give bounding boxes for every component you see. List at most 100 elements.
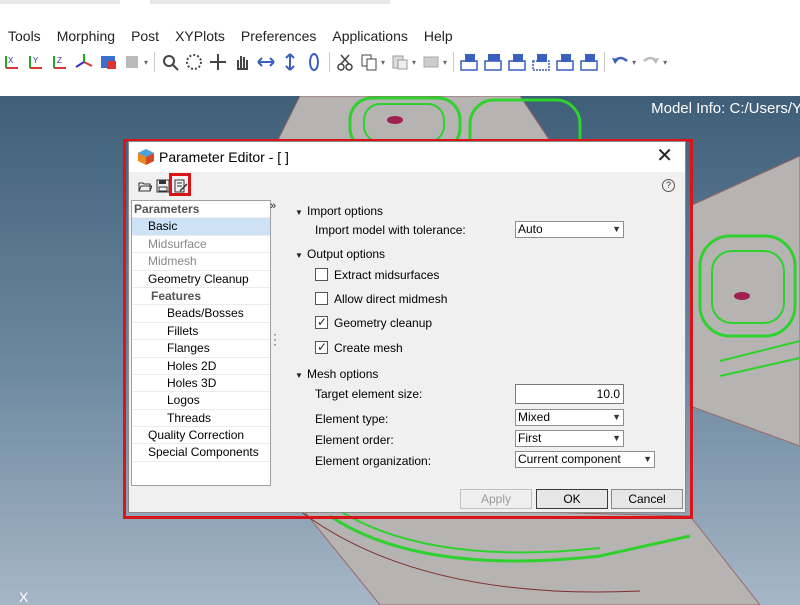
display-5-icon[interactable] (554, 51, 576, 73)
view-y-axis-icon[interactable]: Y (25, 51, 47, 73)
menu-morphing[interactable]: Morphing (49, 26, 123, 46)
help-icon[interactable]: ? (662, 179, 675, 192)
mesh-options-header: Mesh options (307, 367, 379, 381)
paste-dropdown-icon[interactable]: ▾ (412, 58, 416, 67)
target-size-label: Target element size: (315, 387, 423, 401)
pan-icon[interactable] (231, 51, 253, 73)
collapse-triangle-icon: ▼ (295, 208, 303, 217)
collapse-panel-icon[interactable]: » (270, 200, 276, 212)
move-horizontal-icon[interactable] (255, 51, 277, 73)
menu-applications[interactable]: Applications (324, 26, 416, 46)
zoom-area-icon[interactable] (183, 51, 205, 73)
element-organization-label: Element organization: (315, 454, 432, 468)
geometry-cleanup-checkbox[interactable] (315, 315, 328, 329)
create-mesh-checkbox[interactable] (315, 340, 328, 354)
tree-item-quality-correction[interactable]: Quality Correction (132, 427, 270, 445)
display-6-icon[interactable] (578, 51, 600, 73)
collapse-triangle-icon: ▼ (295, 251, 303, 260)
tree-item-fillets[interactable]: Fillets (132, 323, 270, 341)
element-type-select[interactable]: Mixed ▼ (515, 409, 624, 426)
edit-icon[interactable] (420, 51, 442, 73)
redo-dropdown-icon[interactable]: ▾ (663, 58, 667, 67)
chevron-down-icon: ▼ (643, 454, 652, 464)
view-z-axis-icon[interactable]: Z (49, 51, 71, 73)
paste-icon[interactable] (389, 51, 411, 73)
display-4-icon[interactable] (530, 51, 552, 73)
redo-icon[interactable] (640, 51, 662, 73)
display-3-icon[interactable] (506, 51, 528, 73)
undo-icon[interactable] (609, 51, 631, 73)
copy-dropdown-icon[interactable]: ▾ (381, 58, 385, 67)
tree-item-midmesh[interactable]: Midmesh (132, 253, 270, 271)
zoom-icon[interactable] (159, 51, 181, 73)
collapse-triangle-icon: ▼ (295, 371, 303, 380)
element-organization-select[interactable]: Current component ▼ (515, 451, 655, 468)
select-icon[interactable] (121, 51, 143, 73)
menu-help[interactable]: Help (416, 26, 461, 46)
tree-item-features[interactable]: Features (132, 288, 270, 306)
title-strip-block (150, 0, 390, 4)
tree-item-beads-bosses[interactable]: Beads/Bosses (132, 305, 270, 323)
tool-highlight-frame (169, 173, 191, 196)
menu-tools[interactable]: Tools (0, 26, 49, 46)
menu-post[interactable]: Post (123, 26, 167, 46)
allow-direct-midmesh-checkbox[interactable] (315, 292, 328, 305)
element-type-label: Element type: (315, 412, 389, 426)
extract-midsurfaces-checkbox[interactable] (315, 268, 328, 281)
toolbar-separator (453, 52, 455, 72)
view-x-axis-icon[interactable]: X (1, 51, 23, 73)
tree-item-special-components[interactable]: Special Components (132, 444, 270, 462)
copy-icon[interactable] (358, 51, 380, 73)
tree-item-basic[interactable]: Basic (132, 218, 270, 236)
allow-direct-midmesh-label: Allow direct midmesh (334, 292, 448, 306)
cancel-button[interactable]: Cancel (611, 489, 683, 509)
tree-item-midsurface[interactable]: Midsurface (132, 236, 270, 254)
close-icon[interactable]: ✕ (656, 146, 673, 166)
mesh-options-section[interactable]: ▼ Mesh options (295, 367, 378, 381)
extract-midsurfaces-label: Extract midsurfaces (334, 268, 440, 282)
parameters-tree: Parameters Basic Midsurface Midmesh Geometr… (131, 200, 271, 486)
import-options-section[interactable]: ▼ Import options (295, 204, 383, 218)
ok-button[interactable]: OK (536, 489, 608, 509)
svg-text:X: X (8, 56, 14, 65)
target-size-field[interactable]: 10.0 (515, 384, 624, 404)
cut-icon[interactable] (334, 51, 356, 73)
move-vertical-icon[interactable] (279, 51, 301, 73)
rotate-icon[interactable] (207, 51, 229, 73)
element-organization-value: Current component (518, 452, 621, 466)
panel-splitter-handle[interactable]: · · · (273, 328, 277, 350)
import-options-header: Import options (307, 204, 384, 218)
display-1-icon[interactable] (458, 51, 480, 73)
tree-item-logos[interactable]: Logos (132, 392, 270, 410)
svg-text:Y: Y (33, 56, 39, 65)
chevron-down-icon: ▼ (612, 224, 621, 234)
select-dropdown-icon[interactable]: ▾ (144, 58, 148, 67)
menu-bar: Tools Morphing Post XYPlots Preferences … (0, 26, 461, 46)
undo-dropdown-icon[interactable]: ▾ (632, 58, 636, 67)
tree-item-flanges[interactable]: Flanges (132, 340, 270, 358)
svg-text:Z: Z (57, 56, 62, 65)
title-strip-block (0, 0, 120, 4)
edit-dropdown-icon[interactable]: ▾ (443, 58, 447, 67)
dialog-titlebar[interactable]: Parameter Editor - [ ] ✕ (129, 142, 685, 172)
tree-item-geometry-cleanup[interactable]: Geometry Cleanup (132, 271, 270, 288)
view-iso-icon[interactable] (73, 51, 95, 73)
main-toolbar: X Y Z ▾ ▾ ▾ ▾ ▾ ▾ (0, 48, 800, 76)
color-icon[interactable] (97, 51, 119, 73)
output-options-section[interactable]: ▼ Output options (295, 247, 385, 261)
dialog-title: Parameter Editor - [ ] (159, 149, 289, 165)
menu-preferences[interactable]: Preferences (233, 26, 324, 46)
open-folder-icon[interactable] (138, 179, 154, 195)
display-2-icon[interactable] (482, 51, 504, 73)
menu-xyplots[interactable]: XYPlots (167, 26, 233, 46)
tree-item-holes-3d[interactable]: Holes 3D (132, 375, 270, 393)
spin-icon[interactable] (303, 51, 325, 73)
element-order-select[interactable]: First ▼ (515, 430, 624, 447)
tolerance-select[interactable]: Auto ▼ (515, 221, 624, 238)
tree-item-holes-2d[interactable]: Holes 2D (132, 358, 270, 375)
chevron-down-icon: ▼ (612, 433, 621, 443)
output-options-header: Output options (307, 247, 386, 261)
tree-item-threads[interactable]: Threads (132, 410, 270, 428)
toolbar-separator (604, 52, 606, 72)
apply-button[interactable]: Apply (460, 489, 532, 509)
